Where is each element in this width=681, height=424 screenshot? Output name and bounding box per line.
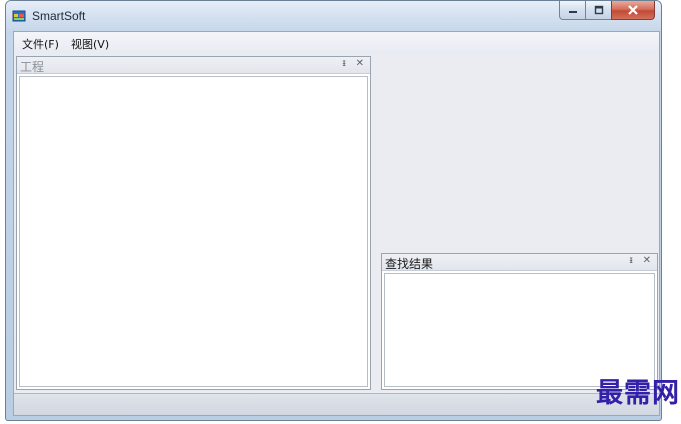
search-results-panel-header[interactable]: 查找结果 ᵻ ✕ xyxy=(382,254,657,271)
pin-icon[interactable]: ᵻ xyxy=(342,58,346,69)
project-panel-header[interactable]: 工程 ᵻ ✕ xyxy=(17,57,370,74)
title-bar[interactable]: SmartSoft xyxy=(6,1,661,31)
menu-bar: 文件(F) 视图(V) xyxy=(14,32,659,54)
window-title: SmartSoft xyxy=(32,9,86,23)
main-window: SmartSoft 文件(F) 视图(V) 工程 ᵻ ✕ 查找结果 ᵻ ✕ xyxy=(5,0,662,421)
minimize-icon xyxy=(568,11,577,13)
maximize-button[interactable] xyxy=(585,1,611,20)
panel-close-icon[interactable]: ✕ xyxy=(356,58,364,69)
project-tree[interactable] xyxy=(19,76,368,387)
search-results-panel-title: 查找结果 xyxy=(385,257,434,271)
menu-view[interactable]: 视图(V) xyxy=(69,36,111,52)
panel-close-icon[interactable]: ✕ xyxy=(643,255,651,266)
project-panel: 工程 ᵻ ✕ xyxy=(16,56,371,390)
minimize-button[interactable] xyxy=(559,1,585,20)
search-results-panel: 查找结果 ᵻ ✕ xyxy=(381,253,658,390)
caption-buttons xyxy=(559,1,655,21)
close-icon xyxy=(628,5,638,15)
watermark-logo: 最需网 xyxy=(596,378,680,409)
pin-icon[interactable]: ᵻ xyxy=(629,255,633,266)
project-panel-title: 工程 xyxy=(20,60,45,74)
menu-file[interactable]: 文件(F) xyxy=(20,36,61,52)
client-area: 文件(F) 视图(V) 工程 ᵻ ✕ 查找结果 ᵻ ✕ xyxy=(13,31,660,416)
maximize-icon xyxy=(594,5,603,15)
search-results-list[interactable] xyxy=(384,273,655,387)
close-button[interactable] xyxy=(611,1,655,20)
status-bar xyxy=(14,393,659,415)
app-window-icon xyxy=(12,10,26,22)
